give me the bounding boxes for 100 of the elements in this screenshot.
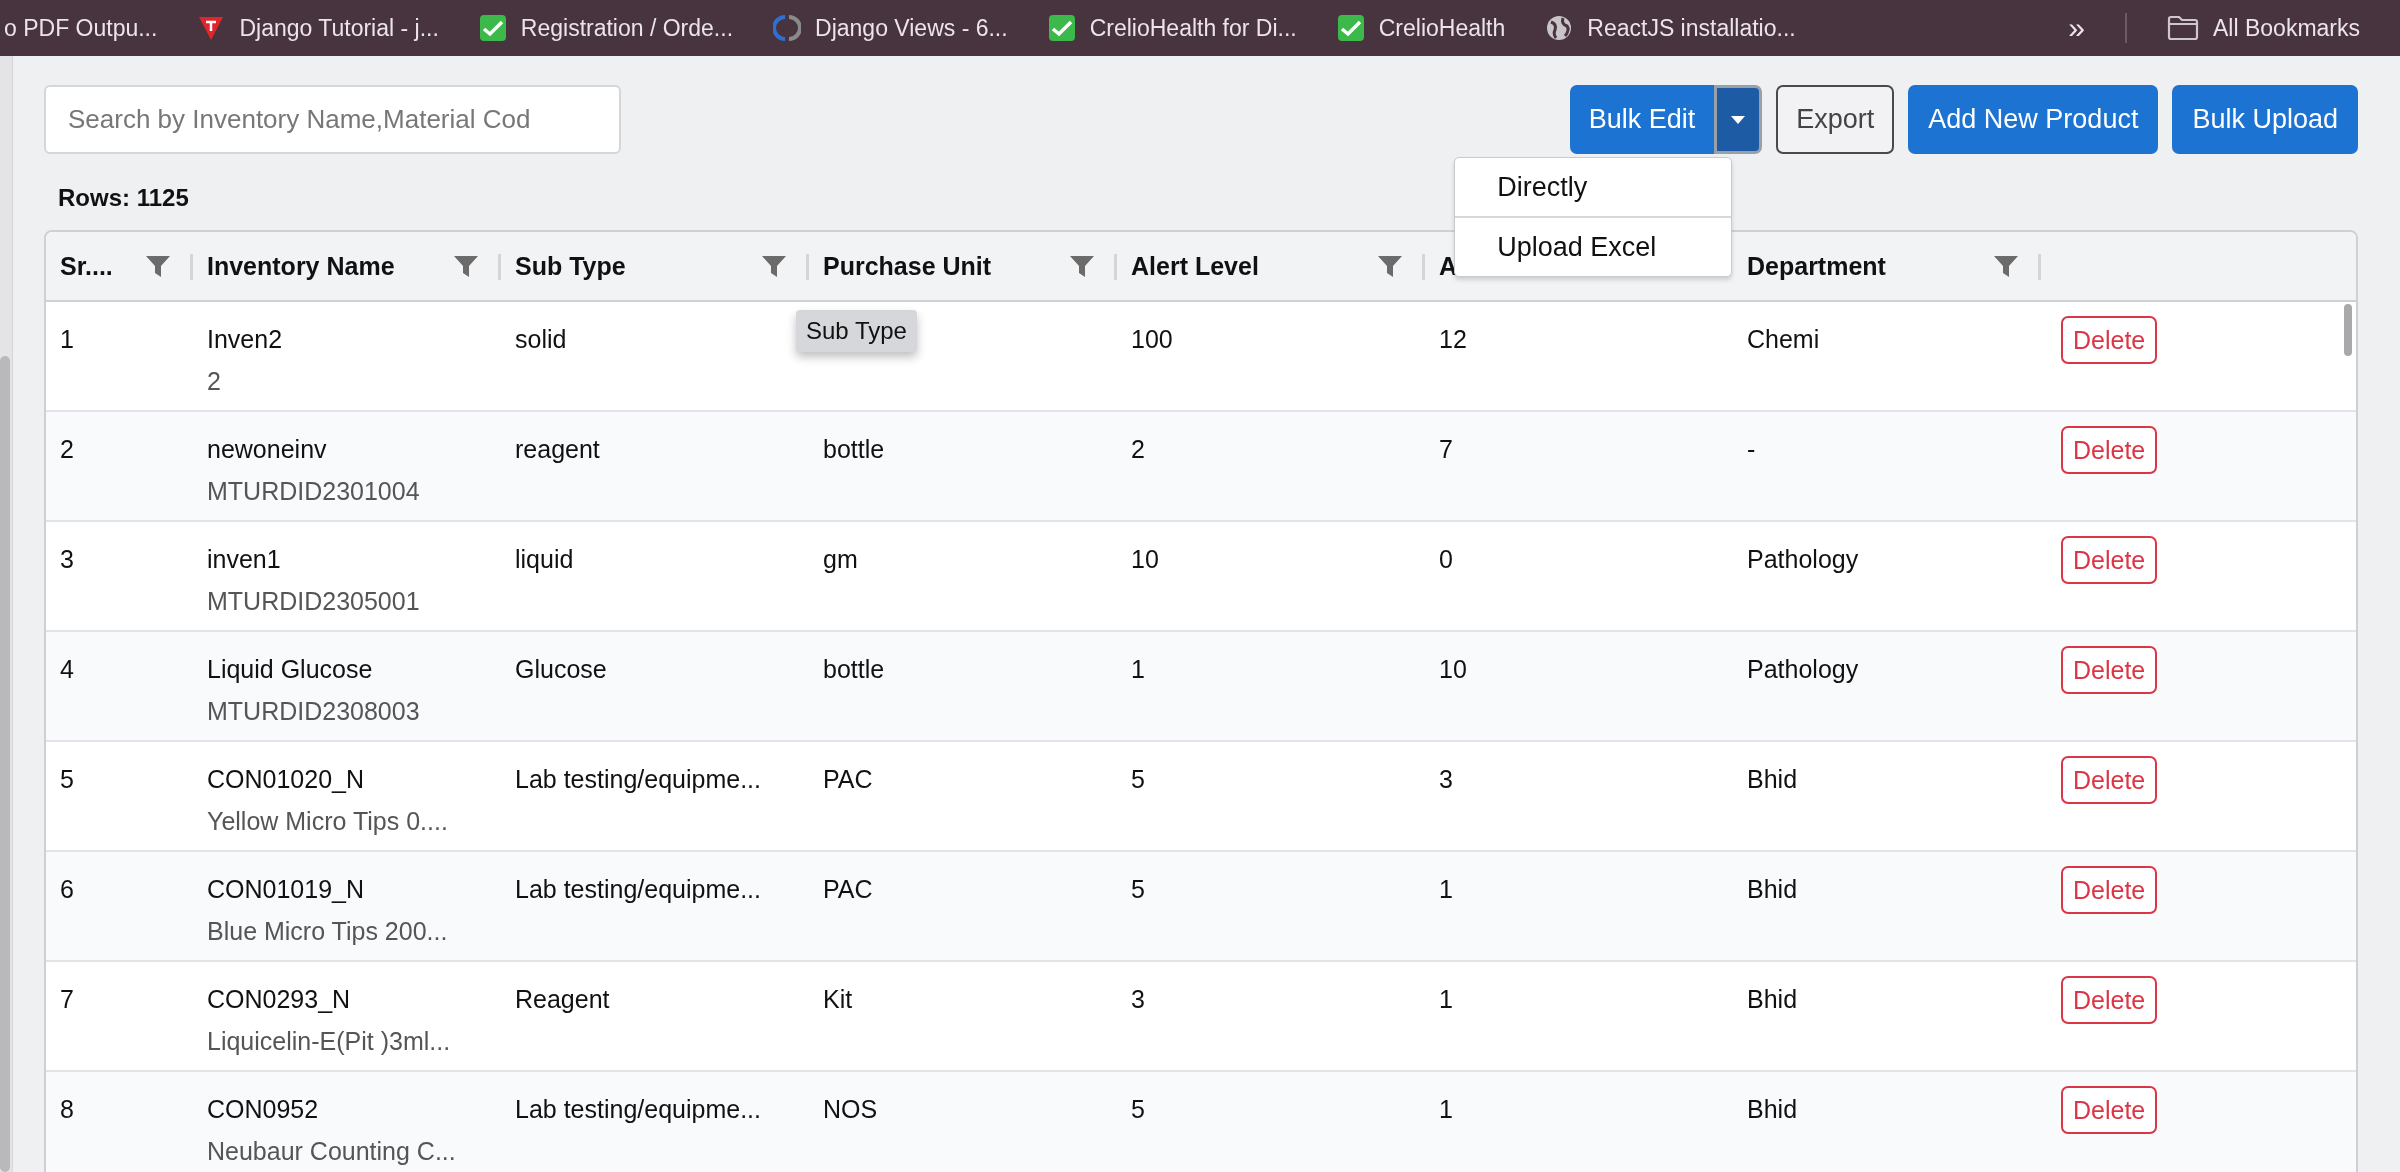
filter-icon[interactable] [1377,253,1403,279]
column-header: Alert Level [1131,251,1259,281]
table-cell-text: 10 [1439,654,1467,685]
delete-button[interactable]: Delete [2061,646,2158,694]
triangle-icon [197,14,226,42]
table-cell-text: Lab testing/equipme... [515,874,761,905]
material-code: Yellow Micro Tips 0.... [207,806,448,837]
bookmark-link[interactable]: CrelioHealth for Di... [1089,14,1297,42]
delete-button[interactable]: Delete [2061,536,2158,584]
material-code: MTURDID2301004 [207,476,420,507]
table-cell-text: Inven2 [207,324,283,355]
bulk-edit-button[interactable]: Bulk Edit [1569,85,1715,154]
table-cell-text: 5 [60,764,74,795]
check-icon [478,14,507,42]
column-header: Sub Type [515,251,626,281]
table-cell-text: 1 [1131,654,1145,685]
column-header: Department [1747,251,1886,281]
table-cell-text: CON01019_N [207,874,365,905]
filter-icon[interactable] [761,253,787,279]
table-cell-text: 10 [1131,544,1159,575]
menu-item[interactable]: Directly [1455,158,1732,216]
table-cell-text: Chemi [1747,324,1820,355]
bookmark-link[interactable]: All Bookmarks [2213,14,2360,42]
delete-button[interactable]: Delete [2061,866,2158,914]
table-cell-text: reagent [515,434,600,465]
table-cell-text: newoneinv [207,434,327,465]
row-count: Rows: 1125 [58,184,189,213]
table-cell-text: 12 [1439,324,1467,355]
column-header: Purchase Unit [823,251,992,281]
delete-button[interactable]: Delete [2061,756,2158,804]
table-cell-text: 3 [1131,984,1145,1015]
check-icon [1047,14,1076,42]
table-cell-text: PAC [823,874,873,905]
table-cell-text: 1 [1439,984,1453,1015]
table-cell-text: Pathology [1747,544,1859,575]
filter-icon[interactable] [1993,253,2019,279]
table-cell-text: Kit [823,984,853,1015]
table-cell-text: 5 [1131,764,1145,795]
delete-button[interactable]: Delete [2061,316,2158,364]
table-cell-text: 2 [60,434,74,465]
filter-icon[interactable] [1069,253,1095,279]
column-header: Sr.... [60,251,113,281]
bookmark-link[interactable]: Django Views - 6... [815,14,1008,42]
table-cell-text: 1 [60,324,74,355]
table-cell-text: Lab testing/equipme... [515,764,761,795]
bookmark-link[interactable]: Registration / Orde... [520,14,734,42]
export-button[interactable]: Export [1776,85,1895,154]
table-cell-text: 3 [1439,764,1453,795]
table-cell-text: 5 [1131,1094,1145,1125]
table-cell-text: CON0952 [207,1094,319,1125]
material-code: Liquicelin-E(Pit )3ml... [207,1026,451,1057]
material-code: MTURDID2305001 [207,586,420,617]
table-cell-text: - [1747,434,1756,465]
scrollbar[interactable] [2344,304,2352,356]
bookmark-link[interactable]: CrelioHealth [1378,14,1506,42]
material-code: Blue Micro Tips 200... [207,916,448,947]
globe-icon [1545,14,1574,42]
table-cell-text: bottle [823,434,885,465]
table-cell-text: 7 [60,984,74,1015]
table-cell-text: gm [823,544,858,575]
filter-icon[interactable] [453,253,479,279]
table-cell-text: CON0293_N [207,984,351,1015]
table-cell-text: 4 [60,654,74,685]
swirl-icon [773,14,802,42]
column-header: Inventory Name [207,251,395,281]
table-cell-text: Pathology [1747,654,1859,685]
bookmark-link[interactable]: Django Tutorial - j... [239,14,439,42]
search-field[interactable]: Search by Inventory Name,Material Cod [44,85,621,154]
scrollbar[interactable] [0,56,13,1172]
table-cell-text: 1 [1439,874,1453,905]
bookmark-link[interactable]: o PDF Outpu... [4,14,158,42]
dropdown-toggle[interactable] [1714,85,1763,154]
table-cell-text: 7 [1439,434,1453,465]
filter-icon[interactable] [145,253,171,279]
table-cell-text: Bhid [1747,984,1798,1015]
table-cell-text: inven1 [207,544,281,575]
delete-button[interactable]: Delete [2061,1086,2158,1134]
material-code: 2 [207,366,221,397]
table-cell-text: CON01020_N [207,764,365,795]
table-cell-text: liquid [515,544,574,575]
material-code: Neubaur Counting C... [207,1136,456,1167]
table-cell-text: Bhid [1747,764,1798,795]
table-cell-text: NOS [823,1094,878,1125]
table-cell-text: 2 [1131,434,1145,465]
table-cell-text: Liquid Glucose [207,654,373,685]
table-cell-text: solid [515,324,567,355]
bookmark-link[interactable]: ReactJS installatio... [1587,14,1796,42]
table-cell-text: 3 [60,544,74,575]
table-cell-text: bottle [823,654,885,685]
column-header: A [1439,251,1458,281]
table-cell-text: 5 [1131,874,1145,905]
delete-button[interactable]: Delete [2061,426,2158,474]
bulk-upload-button[interactable]: Bulk Upload [2172,85,2358,154]
add-product-button[interactable]: Add New Product [1908,85,2159,154]
more-bookmarks-button[interactable]: » [2068,11,2085,45]
table-cell-text: 8 [60,1094,74,1125]
table-cell-text: 6 [60,874,74,905]
table-cell-text: 1 [1439,1094,1453,1125]
delete-button[interactable]: Delete [2061,976,2158,1024]
table-cell-text: Glucose [515,654,607,685]
